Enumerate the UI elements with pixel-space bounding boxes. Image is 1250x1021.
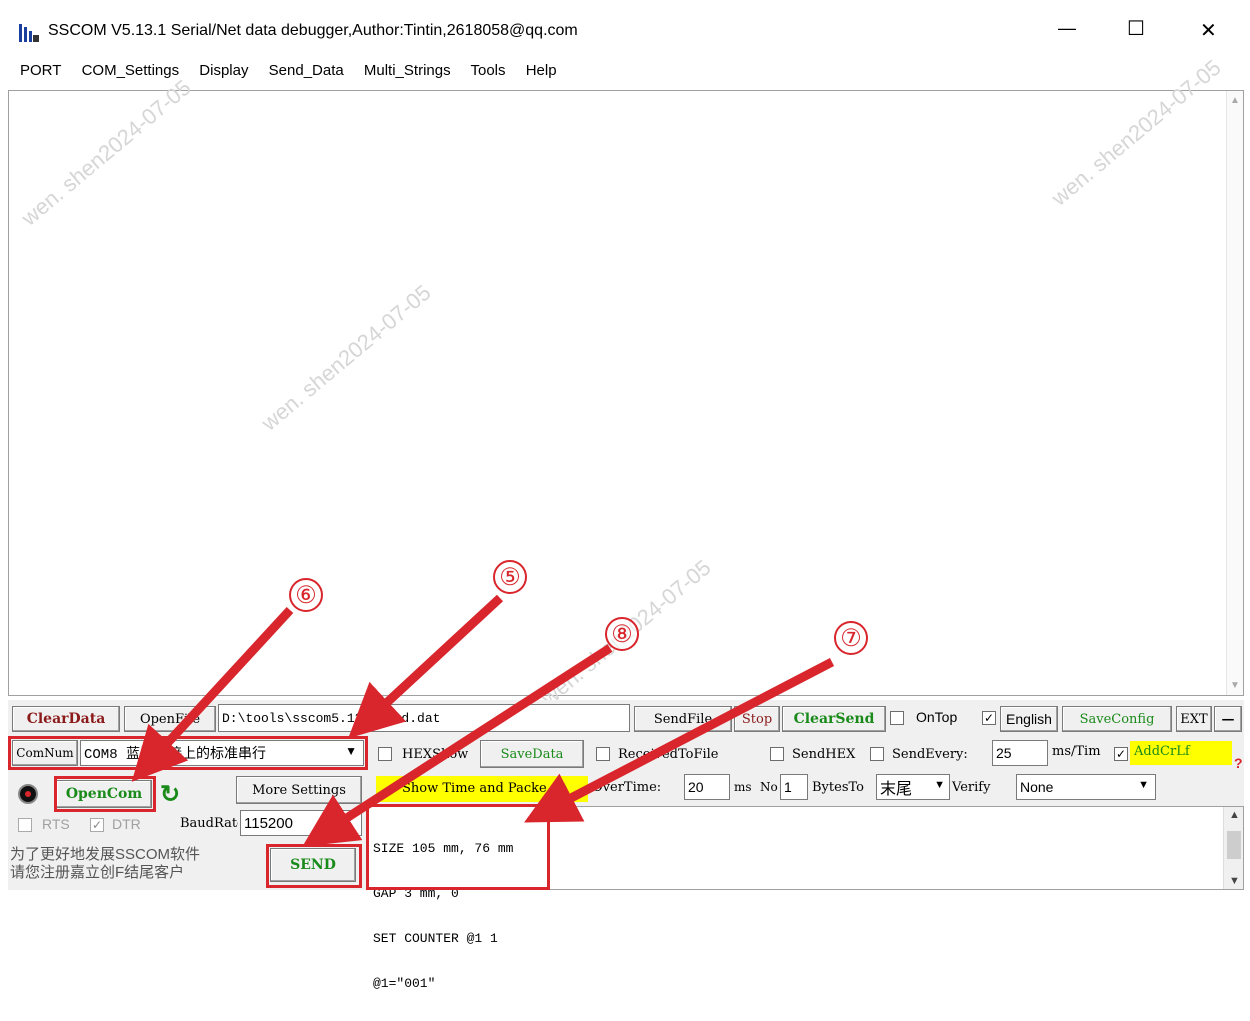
arrow-5 [348, 594, 504, 739]
arrow-7 [524, 658, 835, 823]
annotation-label-6: ⑥ [289, 578, 323, 612]
annotation-label-5: ⑤ [493, 560, 527, 594]
arrow-6 [131, 606, 294, 782]
annotation-arrows [131, 594, 835, 847]
annotation-label-7: ⑦ [834, 621, 868, 655]
annotation-label-8: ⑧ [605, 617, 639, 651]
send-line-4: @1="001" [373, 976, 436, 991]
send-line-3: SET COUNTER @1 1 [373, 931, 498, 946]
